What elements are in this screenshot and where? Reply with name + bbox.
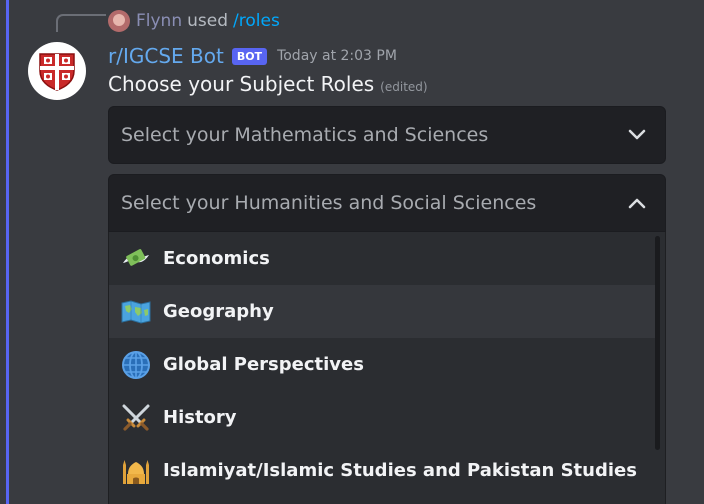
message-content: Choose your Subject Roles (edited) [108,72,428,102]
reply-avatar[interactable] [108,10,130,32]
dropdown-menu: Economics Geography Global Perspectives [108,232,666,504]
edited-indicator: (edited) [380,80,428,94]
option-islamiyat-pakistan-studies[interactable]: Islamiyat/Islamic Studies and Pakistan S… [109,444,655,497]
option-label: History [163,407,237,428]
reply-reference[interactable]: Flynn used /roles [108,9,280,33]
chevron-down-icon [627,125,647,145]
message-text: Choose your Subject Roles [108,72,375,96]
menu-scrollbar[interactable] [655,236,660,450]
option-label: Economics [163,248,270,269]
money-with-wings-icon [119,242,153,276]
crest-icon [39,53,75,91]
option-history[interactable]: History [109,391,655,444]
message-header: r/IGCSE Bot BOT Today at 2:03 PM [108,42,397,70]
mosque-icon [119,454,153,488]
option-global-perspectives[interactable]: Global Perspectives [109,338,655,391]
crossed-swords-icon [119,401,153,435]
option-label: Islamiyat/Islamic Studies and Pakistan S… [163,460,637,481]
option-economics[interactable]: Economics [109,232,655,285]
option-label: Geography [163,301,274,322]
chevron-up-icon [627,193,647,213]
reply-username[interactable]: Flynn [136,11,182,31]
bot-tag: BOT [231,47,268,65]
author-name[interactable]: r/IGCSE Bot [108,44,224,68]
option-geography[interactable]: Geography [109,285,655,338]
bot-avatar[interactable] [28,42,86,100]
select-placeholder: Select your Mathematics and Sciences [121,124,489,146]
timestamp[interactable]: Today at 2:03 PM [277,48,397,64]
mention-highlight-bar [6,0,9,504]
select-placeholder: Select your Humanities and Social Scienc… [121,192,537,214]
reply-command[interactable]: /roles [233,11,280,31]
option-label: Global Perspectives [163,354,364,375]
select-humanities-social-sciences[interactable]: Select your Humanities and Social Scienc… [108,174,666,232]
select-mathematics-sciences[interactable]: Select your Mathematics and Sciences [108,106,666,164]
globe-icon [119,348,153,382]
reply-connector-line [56,14,106,32]
reply-verb: used [187,11,229,31]
world-map-icon [119,295,153,329]
